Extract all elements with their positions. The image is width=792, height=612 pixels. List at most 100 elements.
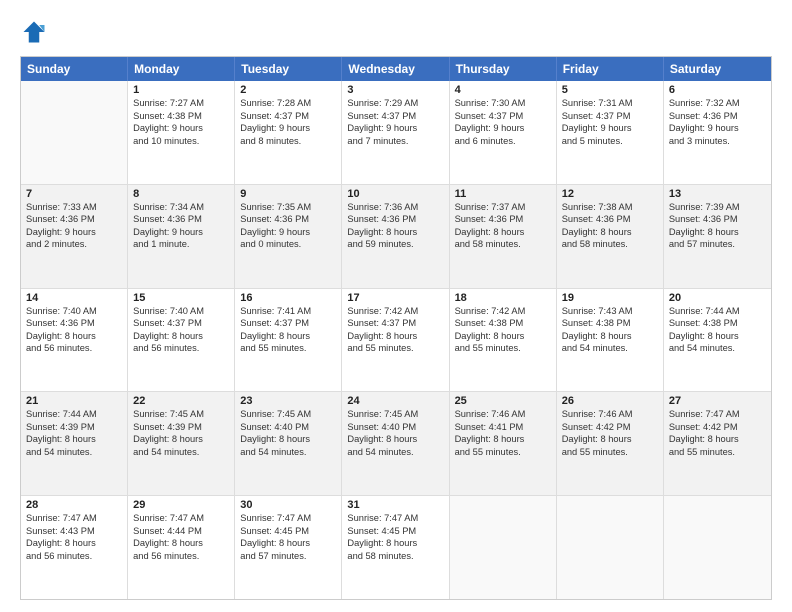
day-number: 20: [669, 292, 766, 304]
cell-info-line: Sunset: 4:36 PM: [455, 213, 551, 226]
cell-info-line: and 7 minutes.: [347, 135, 443, 148]
cell-info-line: and 59 minutes.: [347, 238, 443, 251]
calendar-cell: 18Sunrise: 7:42 AMSunset: 4:38 PMDayligh…: [450, 289, 557, 392]
cell-info-line: Daylight: 8 hours: [562, 226, 658, 239]
cell-info-line: Sunrise: 7:46 AM: [562, 408, 658, 421]
cell-info-line: Sunset: 4:45 PM: [240, 525, 336, 538]
calendar-cell: 11Sunrise: 7:37 AMSunset: 4:36 PMDayligh…: [450, 185, 557, 288]
cell-info-line: Sunrise: 7:42 AM: [347, 305, 443, 318]
calendar-cell: [557, 496, 664, 599]
cell-info-line: Daylight: 9 hours: [347, 122, 443, 135]
cell-info-line: and 55 minutes.: [455, 446, 551, 459]
cell-info-line: Daylight: 9 hours: [133, 226, 229, 239]
cell-info-line: Sunrise: 7:45 AM: [133, 408, 229, 421]
cell-info-line: Sunset: 4:41 PM: [455, 421, 551, 434]
day-number: 17: [347, 292, 443, 304]
cell-info-line: Daylight: 8 hours: [669, 226, 766, 239]
cell-info-line: Sunset: 4:42 PM: [562, 421, 658, 434]
calendar-cell: 31Sunrise: 7:47 AMSunset: 4:45 PMDayligh…: [342, 496, 449, 599]
cell-info-line: Daylight: 8 hours: [455, 433, 551, 446]
cell-info-line: Sunset: 4:43 PM: [26, 525, 122, 538]
cell-info-line: and 58 minutes.: [455, 238, 551, 251]
cell-info-line: and 56 minutes.: [26, 342, 122, 355]
cell-info-line: Sunrise: 7:33 AM: [26, 201, 122, 214]
cell-info-line: Sunrise: 7:34 AM: [133, 201, 229, 214]
weekday-header: Saturday: [664, 57, 771, 81]
cell-info-line: Daylight: 9 hours: [26, 226, 122, 239]
day-number: 23: [240, 395, 336, 407]
cell-info-line: and 54 minutes.: [562, 342, 658, 355]
cell-info-line: and 55 minutes.: [347, 342, 443, 355]
cell-info-line: Sunset: 4:37 PM: [455, 110, 551, 123]
cell-info-line: Sunrise: 7:47 AM: [669, 408, 766, 421]
cell-info-line: Sunrise: 7:38 AM: [562, 201, 658, 214]
cell-info-line: and 55 minutes.: [455, 342, 551, 355]
cell-info-line: Sunrise: 7:47 AM: [26, 512, 122, 525]
day-number: 14: [26, 292, 122, 304]
cell-info-line: Sunrise: 7:42 AM: [455, 305, 551, 318]
cell-info-line: Daylight: 8 hours: [455, 226, 551, 239]
cell-info-line: Sunrise: 7:29 AM: [347, 97, 443, 110]
cell-info-line: Sunset: 4:36 PM: [26, 317, 122, 330]
calendar-cell: 26Sunrise: 7:46 AMSunset: 4:42 PMDayligh…: [557, 392, 664, 495]
cell-info-line: Sunset: 4:38 PM: [562, 317, 658, 330]
day-number: 8: [133, 188, 229, 200]
cell-info-line: Sunset: 4:36 PM: [133, 213, 229, 226]
calendar-cell: 30Sunrise: 7:47 AMSunset: 4:45 PMDayligh…: [235, 496, 342, 599]
calendar-body: 1Sunrise: 7:27 AMSunset: 4:38 PMDaylight…: [21, 81, 771, 599]
day-number: 27: [669, 395, 766, 407]
cell-info-line: and 54 minutes.: [133, 446, 229, 459]
calendar-cell: 13Sunrise: 7:39 AMSunset: 4:36 PMDayligh…: [664, 185, 771, 288]
cell-info-line: Daylight: 9 hours: [133, 122, 229, 135]
cell-info-line: Daylight: 8 hours: [240, 330, 336, 343]
cell-info-line: and 54 minutes.: [347, 446, 443, 459]
cell-info-line: Sunrise: 7:36 AM: [347, 201, 443, 214]
calendar-cell: [664, 496, 771, 599]
cell-info-line: Sunrise: 7:43 AM: [562, 305, 658, 318]
cell-info-line: Daylight: 8 hours: [347, 537, 443, 550]
calendar-cell: 8Sunrise: 7:34 AMSunset: 4:36 PMDaylight…: [128, 185, 235, 288]
cell-info-line: and 6 minutes.: [455, 135, 551, 148]
cell-info-line: Sunset: 4:37 PM: [347, 110, 443, 123]
cell-info-line: and 58 minutes.: [347, 550, 443, 563]
weekday-header: Monday: [128, 57, 235, 81]
cell-info-line: Sunset: 4:36 PM: [347, 213, 443, 226]
cell-info-line: Daylight: 9 hours: [562, 122, 658, 135]
calendar-cell: 22Sunrise: 7:45 AMSunset: 4:39 PMDayligh…: [128, 392, 235, 495]
day-number: 13: [669, 188, 766, 200]
calendar-cell: 15Sunrise: 7:40 AMSunset: 4:37 PMDayligh…: [128, 289, 235, 392]
calendar-row: 28Sunrise: 7:47 AMSunset: 4:43 PMDayligh…: [21, 495, 771, 599]
day-number: 28: [26, 499, 122, 511]
calendar-row: 14Sunrise: 7:40 AMSunset: 4:36 PMDayligh…: [21, 288, 771, 392]
cell-info-line: Sunrise: 7:46 AM: [455, 408, 551, 421]
cell-info-line: Sunrise: 7:28 AM: [240, 97, 336, 110]
cell-info-line: Sunset: 4:37 PM: [562, 110, 658, 123]
day-number: 18: [455, 292, 551, 304]
cell-info-line: Daylight: 8 hours: [133, 537, 229, 550]
cell-info-line: Sunrise: 7:40 AM: [133, 305, 229, 318]
cell-info-line: and 57 minutes.: [240, 550, 336, 563]
day-number: 12: [562, 188, 658, 200]
cell-info-line: Sunrise: 7:39 AM: [669, 201, 766, 214]
calendar-cell: 12Sunrise: 7:38 AMSunset: 4:36 PMDayligh…: [557, 185, 664, 288]
cell-info-line: Daylight: 8 hours: [347, 226, 443, 239]
day-number: 2: [240, 84, 336, 96]
day-number: 29: [133, 499, 229, 511]
cell-info-line: Daylight: 9 hours: [669, 122, 766, 135]
cell-info-line: Sunset: 4:36 PM: [26, 213, 122, 226]
weekday-header: Tuesday: [235, 57, 342, 81]
cell-info-line: Sunset: 4:40 PM: [347, 421, 443, 434]
cell-info-line: Sunrise: 7:47 AM: [133, 512, 229, 525]
cell-info-line: Daylight: 8 hours: [133, 433, 229, 446]
cell-info-line: Sunrise: 7:40 AM: [26, 305, 122, 318]
cell-info-line: Sunset: 4:39 PM: [26, 421, 122, 434]
cell-info-line: Sunset: 4:40 PM: [240, 421, 336, 434]
logo: [20, 18, 52, 46]
weekday-header: Thursday: [450, 57, 557, 81]
calendar-cell: 7Sunrise: 7:33 AMSunset: 4:36 PMDaylight…: [21, 185, 128, 288]
cell-info-line: Sunrise: 7:30 AM: [455, 97, 551, 110]
day-number: 11: [455, 188, 551, 200]
day-number: 6: [669, 84, 766, 96]
cell-info-line: Sunrise: 7:47 AM: [240, 512, 336, 525]
calendar-cell: 29Sunrise: 7:47 AMSunset: 4:44 PMDayligh…: [128, 496, 235, 599]
